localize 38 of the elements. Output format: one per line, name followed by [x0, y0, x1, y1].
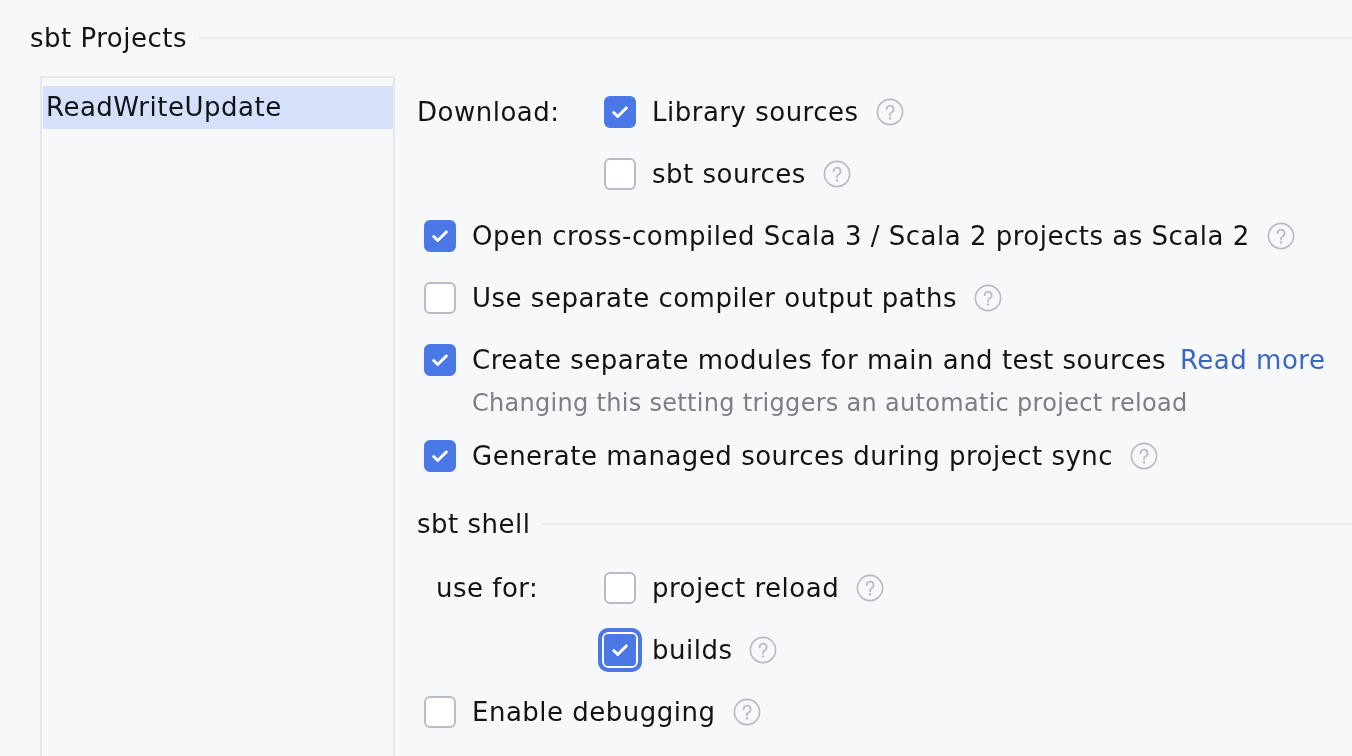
checkbox-label[interactable]: builds: [652, 635, 733, 665]
checkbox[interactable]: [424, 282, 456, 314]
checkbox[interactable]: [424, 220, 456, 252]
checkbox[interactable]: [604, 158, 636, 190]
help-icon[interactable]: [732, 698, 761, 726]
checkmark-icon: [612, 105, 628, 119]
checkbox[interactable]: [604, 572, 636, 604]
group-label: Download:: [417, 96, 561, 129]
checkmark-icon: [612, 643, 628, 657]
checkbox-label[interactable]: Generate managed sources during project sync: [472, 441, 1114, 471]
hint-text: Changing this setting triggers an automatic project reload: [471, 388, 1189, 418]
checkbox-label[interactable]: Enable debugging: [472, 697, 716, 727]
checkmark-icon: [432, 449, 448, 463]
checkbox-label[interactable]: Create separate modules for main and test sources: [472, 345, 1166, 375]
checkbox-label[interactable]: Use separate compiler output paths: [472, 283, 957, 313]
section-title: sbt Projects: [30, 23, 187, 53]
checkbox[interactable]: [424, 696, 456, 728]
help-icon[interactable]: [822, 160, 851, 188]
project-list-item[interactable]: ReadWriteUpdate: [43, 86, 393, 129]
help-icon[interactable]: [749, 636, 778, 664]
checkbox-label[interactable]: Open cross-compiled Scala 3 / Scala 2 projects as Scala 2: [472, 221, 1250, 251]
checkbox-label[interactable]: Library sources: [652, 97, 859, 127]
help-icon[interactable]: [1130, 442, 1159, 470]
group-label: use for:: [435, 572, 540, 605]
checkbox[interactable]: [424, 344, 456, 376]
checkmark-icon: [432, 229, 448, 243]
help-icon[interactable]: [856, 574, 885, 602]
checkbox[interactable]: [604, 96, 636, 128]
checkbox[interactable]: [598, 628, 642, 672]
subsection-title: sbt shell: [417, 509, 531, 539]
help-icon[interactable]: [974, 284, 1002, 312]
checkbox[interactable]: [424, 440, 456, 472]
checkmark-icon: [432, 353, 448, 367]
checkbox-label[interactable]: sbt sources: [652, 159, 806, 189]
help-icon[interactable]: [875, 98, 904, 126]
checkbox-label[interactable]: project reload: [652, 573, 840, 603]
read-more-link[interactable]: Read more: [1179, 345, 1326, 375]
help-icon[interactable]: [1266, 222, 1295, 250]
